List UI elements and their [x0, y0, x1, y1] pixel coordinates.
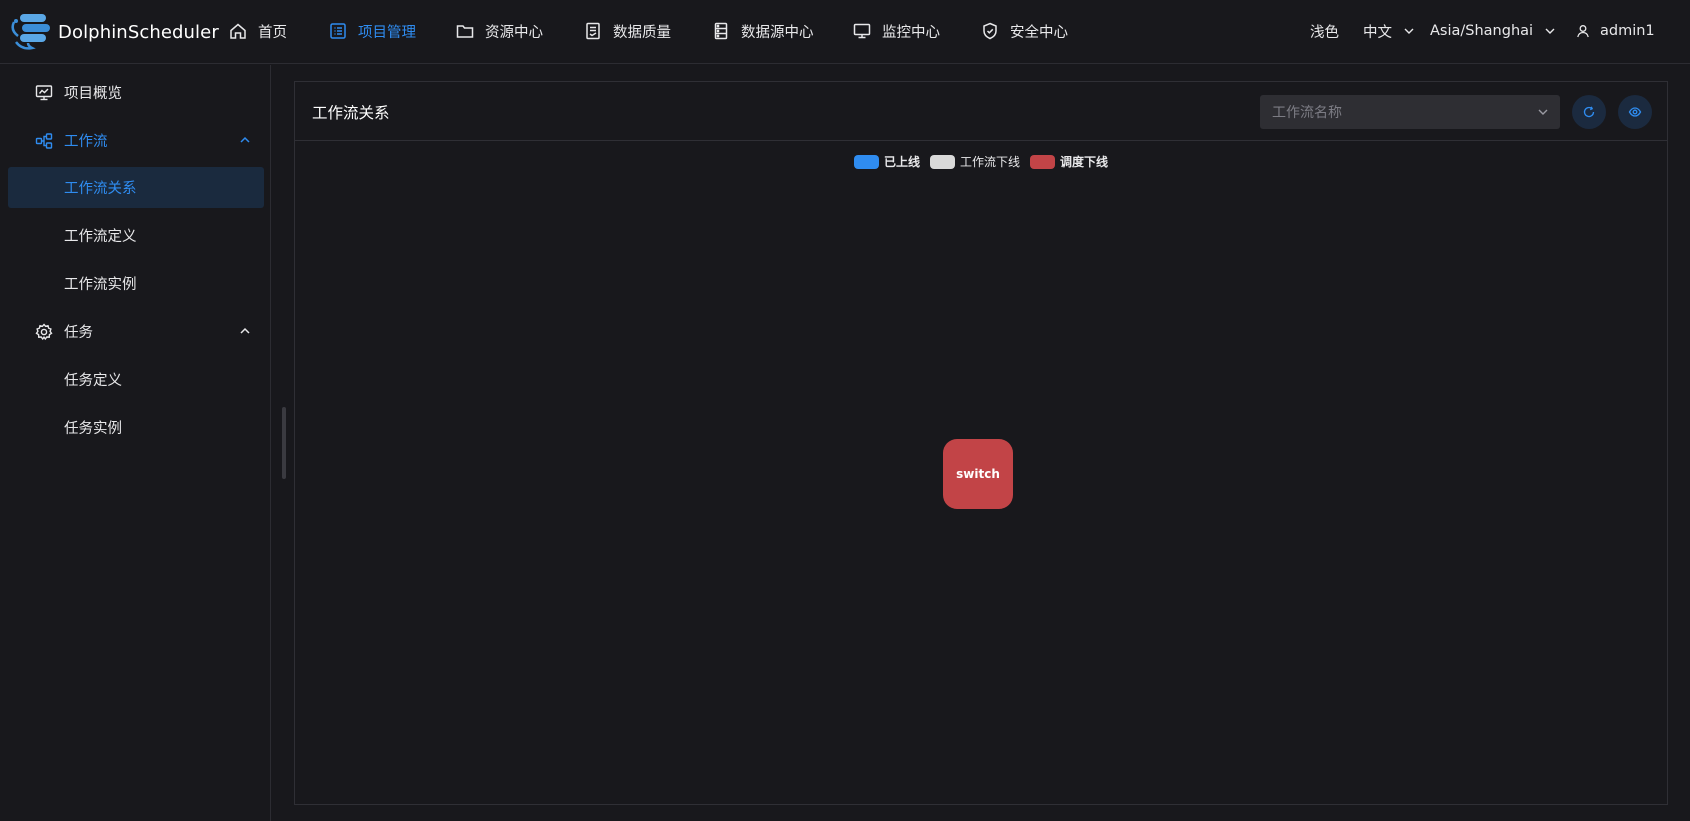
refresh-button[interactable]	[1572, 95, 1606, 129]
language-select[interactable]: 中文	[1363, 18, 1416, 44]
timezone-select-label: Asia/Shanghai	[1430, 23, 1534, 39]
legend-label: 工作流下线	[960, 155, 1021, 169]
sidebar-item-label: 任务实例	[64, 421, 122, 437]
workflow-name-select-placeholder: 工作流名称	[1272, 105, 1342, 121]
eye-icon	[1628, 107, 1642, 117]
sidebar-item-label: 工作流	[64, 134, 108, 150]
legend-swatch	[930, 154, 956, 169]
gear-icon	[34, 322, 54, 342]
document-icon	[583, 21, 603, 41]
sidebar-item-task-definition[interactable]: 任务定义	[8, 359, 264, 400]
sidebar-item-workflow-relation[interactable]: 工作流关系	[8, 167, 264, 208]
dolphinscheduler-logo-icon	[11, 14, 50, 50]
nav-data-quality[interactable]: 数据质量	[583, 18, 671, 44]
legend-swatch	[854, 154, 879, 169]
database-icon	[711, 21, 731, 41]
refresh-icon	[1583, 106, 1595, 118]
sidebar-group-task[interactable]: 任务	[8, 311, 264, 352]
timezone-select[interactable]: Asia/Shanghai	[1430, 18, 1557, 44]
legend-label: 调度下线	[1060, 155, 1109, 169]
brand-name: DolphinScheduler	[58, 21, 219, 43]
graph-node-switch[interactable]: switch	[943, 439, 1013, 509]
nav-project-management[interactable]: 项目管理	[328, 18, 416, 44]
folder-icon	[455, 21, 475, 41]
sidebar-item-label: 工作流定义	[64, 229, 137, 245]
user-menu[interactable]: admin1	[1575, 18, 1655, 44]
sidebar-item-workflow-definition[interactable]: 工作流定义	[8, 215, 264, 256]
chevron-down-icon	[1404, 28, 1414, 34]
theme-toggle-label: 浅色	[1310, 24, 1339, 41]
project-icon	[328, 21, 348, 41]
sidebar-group-workflow[interactable]: 工作流	[8, 120, 264, 161]
card-header: 工作流关系 工作流名称	[295, 82, 1667, 141]
chevron-up-icon	[240, 327, 250, 334]
nav-security-center-label: 安全中心	[1010, 24, 1068, 41]
nav-home[interactable]: 首页	[228, 18, 287, 44]
sidebar-item-label: 任务定义	[64, 373, 122, 389]
language-select-label: 中文	[1363, 24, 1392, 41]
legend-item-schedule-offline[interactable]: 调度下线	[1030, 153, 1108, 170]
workflow-icon	[34, 131, 54, 151]
chevron-down-icon	[1545, 28, 1555, 34]
shield-icon	[980, 21, 1000, 41]
nav-resource-center[interactable]: 资源中心	[455, 18, 543, 44]
nav-home-label: 首页	[258, 24, 287, 41]
nav-data-quality-label: 数据质量	[613, 24, 671, 41]
legend-item-online[interactable]: 已上线	[854, 153, 920, 170]
toggle-label-button[interactable]	[1618, 95, 1652, 129]
theme-toggle[interactable]: 浅色	[1310, 18, 1339, 44]
nav-datasource-center[interactable]: 数据源中心	[711, 18, 814, 44]
sidebar-resize-handle[interactable]	[282, 407, 286, 479]
brand[interactable]: DolphinScheduler	[10, 12, 219, 52]
chevron-down-icon	[1538, 109, 1548, 115]
nav-project-management-label: 项目管理	[358, 24, 416, 41]
nav-monitor-center-label: 监控中心	[882, 24, 940, 41]
home-icon	[228, 21, 248, 41]
graph-legend: 已上线 工作流下线 调度下线	[854, 153, 1118, 170]
sidebar: 项目概览 工作流 工作流关系 工作流定义 工作流实例 任务 任务定义 任务实例	[0, 65, 271, 821]
user-icon	[1577, 25, 1589, 38]
user-name: admin1	[1600, 23, 1655, 39]
page-title: 工作流关系	[312, 104, 390, 122]
sidebar-item-label: 工作流关系	[64, 181, 137, 197]
sidebar-item-project-overview[interactable]: 项目概览	[8, 72, 264, 113]
nav-monitor-center[interactable]: 监控中心	[852, 18, 940, 44]
nav-datasource-center-label: 数据源中心	[741, 24, 814, 41]
legend-swatch	[1030, 154, 1056, 169]
legend-item-workflow-offline[interactable]: 工作流下线	[930, 153, 1020, 170]
sidebar-item-label: 项目概览	[64, 86, 122, 102]
workflow-relation-card: 工作流关系 工作流名称 已上线 工作流下线 调度下线 switch	[294, 81, 1668, 805]
sidebar-item-label: 任务	[64, 325, 93, 341]
graph-node-label: switch	[956, 467, 1000, 481]
sidebar-item-workflow-instance[interactable]: 工作流实例	[8, 263, 264, 304]
chevron-up-icon	[240, 136, 250, 143]
workflow-name-select[interactable]: 工作流名称	[1260, 95, 1560, 129]
sidebar-item-label: 工作流实例	[64, 277, 137, 293]
overview-icon	[34, 83, 54, 103]
top-navigation-bar: DolphinScheduler 首页 项目管理 资源中心 数据质量 数据源中心	[0, 0, 1690, 64]
legend-label: 已上线	[884, 155, 921, 169]
nav-security-center[interactable]: 安全中心	[980, 18, 1068, 44]
monitor-icon	[852, 21, 872, 41]
sidebar-item-task-instance[interactable]: 任务实例	[8, 407, 264, 448]
nav-resource-center-label: 资源中心	[485, 24, 543, 41]
